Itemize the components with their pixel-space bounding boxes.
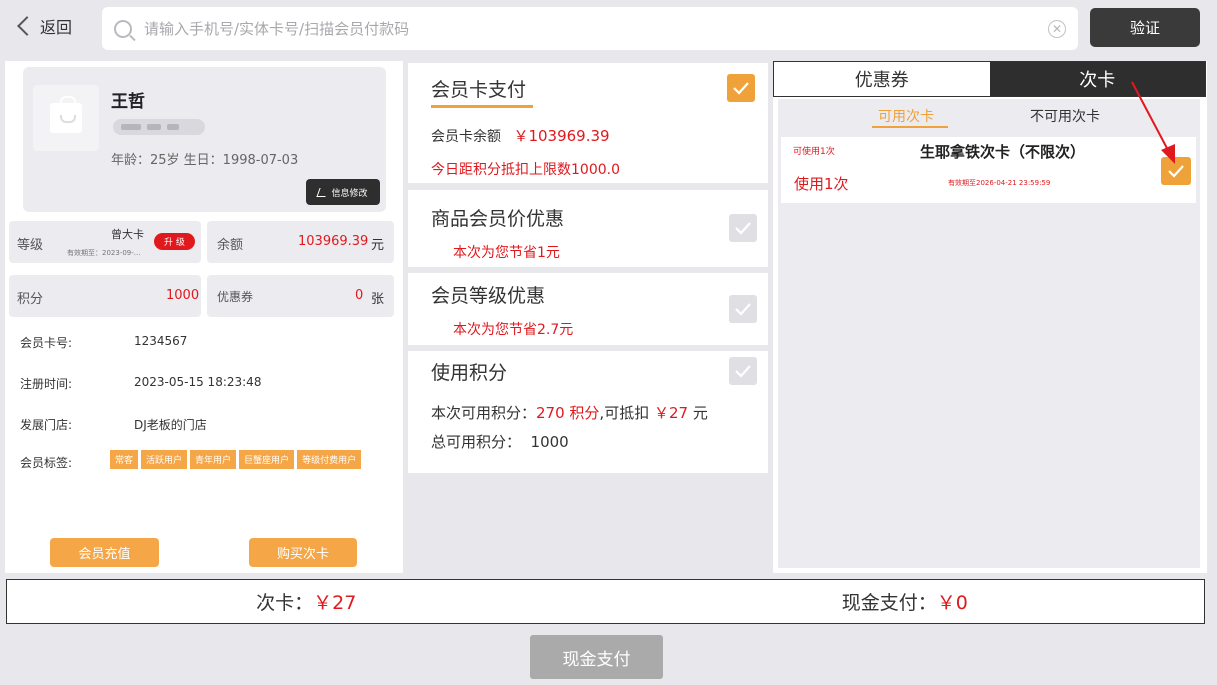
times-card-list: 可用次卡 不可用次卡 可使用1次 生耶拿铁次卡（不限次） 使用1次 有效期至20… xyxy=(778,99,1200,568)
card-pay-title: 会员卡支付 xyxy=(431,79,527,101)
tag: 活跃用户 xyxy=(141,450,188,469)
cash-total: 现金支付： ￥0 xyxy=(841,592,968,614)
blurred-phone xyxy=(113,119,205,135)
points-value: 1000 xyxy=(166,288,200,303)
total-points: 总可用积分： 1000 xyxy=(431,433,569,451)
points-label: 积分 xyxy=(17,292,44,307)
store-row: 发展门店: DJ老板的门店 xyxy=(20,418,207,432)
level-discount-saving: 本次为您节省2.7元 xyxy=(453,322,574,338)
search-icon xyxy=(114,19,132,38)
back-label: 返回 xyxy=(40,18,73,37)
use-count: 使用1次 xyxy=(794,175,849,193)
clear-icon[interactable]: ✕ xyxy=(1048,19,1066,38)
card-pay-checkbox[interactable] xyxy=(727,74,755,102)
balance-box: 余额 103969.39 元 xyxy=(207,221,394,263)
sub-tab-available[interactable]: 可用次卡 xyxy=(878,106,934,126)
times-card-total: 次卡： ￥27 xyxy=(256,592,357,614)
member-age-birthday: 年龄：25岁 生日：1998-07-03 xyxy=(111,153,299,168)
tags-label: 会员标签: xyxy=(20,456,73,470)
member-panel: 王哲 年龄：25岁 生日：1998-07-03 信息修改 等级 曾大卡 有效期至… xyxy=(5,61,403,573)
level-discount-section[interactable]: 会员等级优惠 本次为您节省2.7元 xyxy=(408,273,768,345)
tag: 巨蟹座用户 xyxy=(239,450,295,469)
level-discount-checkbox[interactable] xyxy=(729,295,757,323)
available-points-row: 本次可用积分：270 积分,可抵扣 ￥27 元 xyxy=(431,404,708,422)
pencil-icon xyxy=(316,187,330,197)
deduct-value: ￥27 xyxy=(653,404,689,422)
reg-time: 2023-05-15 18:23:48 xyxy=(134,375,262,389)
search-bar: ✕ xyxy=(102,7,1078,50)
balance-unit: 元 xyxy=(371,238,385,253)
search-input[interactable] xyxy=(144,19,1048,38)
card-balance-value: ￥103969.39 xyxy=(513,127,610,145)
product-discount-saving: 本次为您节省1元 xyxy=(453,245,560,261)
tag: 常客 xyxy=(110,450,139,469)
tab-coupon[interactable]: 优惠券 xyxy=(774,62,990,96)
tag: 等级付费用户 xyxy=(297,450,362,469)
points-box: 积分 1000 xyxy=(9,275,201,317)
cash-pay-button[interactable]: 现金支付 xyxy=(530,635,663,679)
balance-value: 103969.39 xyxy=(298,234,369,249)
level-discount-title: 会员等级优惠 xyxy=(431,285,546,307)
payment-summary: 次卡： ￥27 现金支付： ￥0 xyxy=(6,579,1205,624)
available-points: 270 积分 xyxy=(536,404,600,422)
avatar xyxy=(33,85,99,151)
title-underline xyxy=(431,105,533,108)
sub-tab-underline xyxy=(872,126,948,128)
coupon-label: 优惠券 xyxy=(217,290,254,304)
times-card-validity: 有效期至2026-04-21 23:59:59 xyxy=(948,179,1051,187)
product-discount-title: 商品会员价优惠 xyxy=(431,208,565,230)
edit-info-button[interactable]: 信息修改 xyxy=(306,179,380,205)
product-discount-checkbox[interactable] xyxy=(729,214,757,242)
use-points-title: 使用积分 xyxy=(431,362,508,384)
store: DJ老板的门店 xyxy=(134,418,207,432)
member-name: 王哲 xyxy=(111,92,145,112)
member-tags: 常客 活跃用户 青年用户 巨蟹座用户 等级付费用户 xyxy=(110,450,362,469)
times-card-name: 生耶拿铁次卡（不限次） xyxy=(920,143,1086,161)
buy-times-card-button[interactable]: 购买次卡 xyxy=(249,538,357,567)
tag: 青年用户 xyxy=(190,450,237,469)
coupon-unit: 张 xyxy=(371,292,385,307)
annotation-arrow xyxy=(1131,81,1175,164)
card-no-row: 会员卡号: 1234567 xyxy=(20,334,188,350)
balance-label: 余额 xyxy=(217,238,244,253)
coupon-value: 0 xyxy=(355,288,364,303)
upgrade-button[interactable]: 升 级 xyxy=(154,233,195,250)
level-label: 等级 xyxy=(17,238,44,253)
reg-time-row: 注册时间: 2023-05-15 18:23:48 xyxy=(20,375,262,391)
shopping-bag-icon xyxy=(50,96,82,133)
card-pay-section[interactable]: 会员卡支付 会员卡余额 ￥103969.39 今日距积分抵扣上限数1000.0 xyxy=(408,63,768,183)
recharge-button[interactable]: 会员充值 xyxy=(50,538,159,567)
level-validity: 有效期至：2023-09-... xyxy=(67,249,141,257)
product-discount-section[interactable]: 商品会员价优惠 本次为您节省1元 xyxy=(408,190,768,267)
verify-button[interactable]: 验证 xyxy=(1090,8,1200,47)
level-name: 曾大卡 xyxy=(111,228,144,241)
points-limit-text: 今日距积分抵扣上限数1000.0 xyxy=(431,162,620,178)
back-button[interactable]: 返回 xyxy=(14,10,72,42)
card-no: 1234567 xyxy=(134,334,188,348)
level-box: 等级 曾大卡 有效期至：2023-09-... 升 级 xyxy=(9,221,201,263)
card-balance-row: 会员卡余额 ￥103969.39 xyxy=(431,127,610,145)
chevron-left-icon xyxy=(17,16,37,36)
member-card: 王哲 年龄：25岁 生日：1998-07-03 信息修改 xyxy=(23,67,386,212)
sub-tab-unavailable[interactable]: 不可用次卡 xyxy=(1030,106,1100,126)
usable-count: 可使用1次 xyxy=(793,147,835,157)
use-points-section[interactable]: 使用积分 本次可用积分：270 积分,可抵扣 ￥27 元 总可用积分： 1000 xyxy=(408,351,768,473)
use-points-checkbox[interactable] xyxy=(729,357,757,385)
coupon-box: 优惠券 0 张 xyxy=(207,275,394,317)
